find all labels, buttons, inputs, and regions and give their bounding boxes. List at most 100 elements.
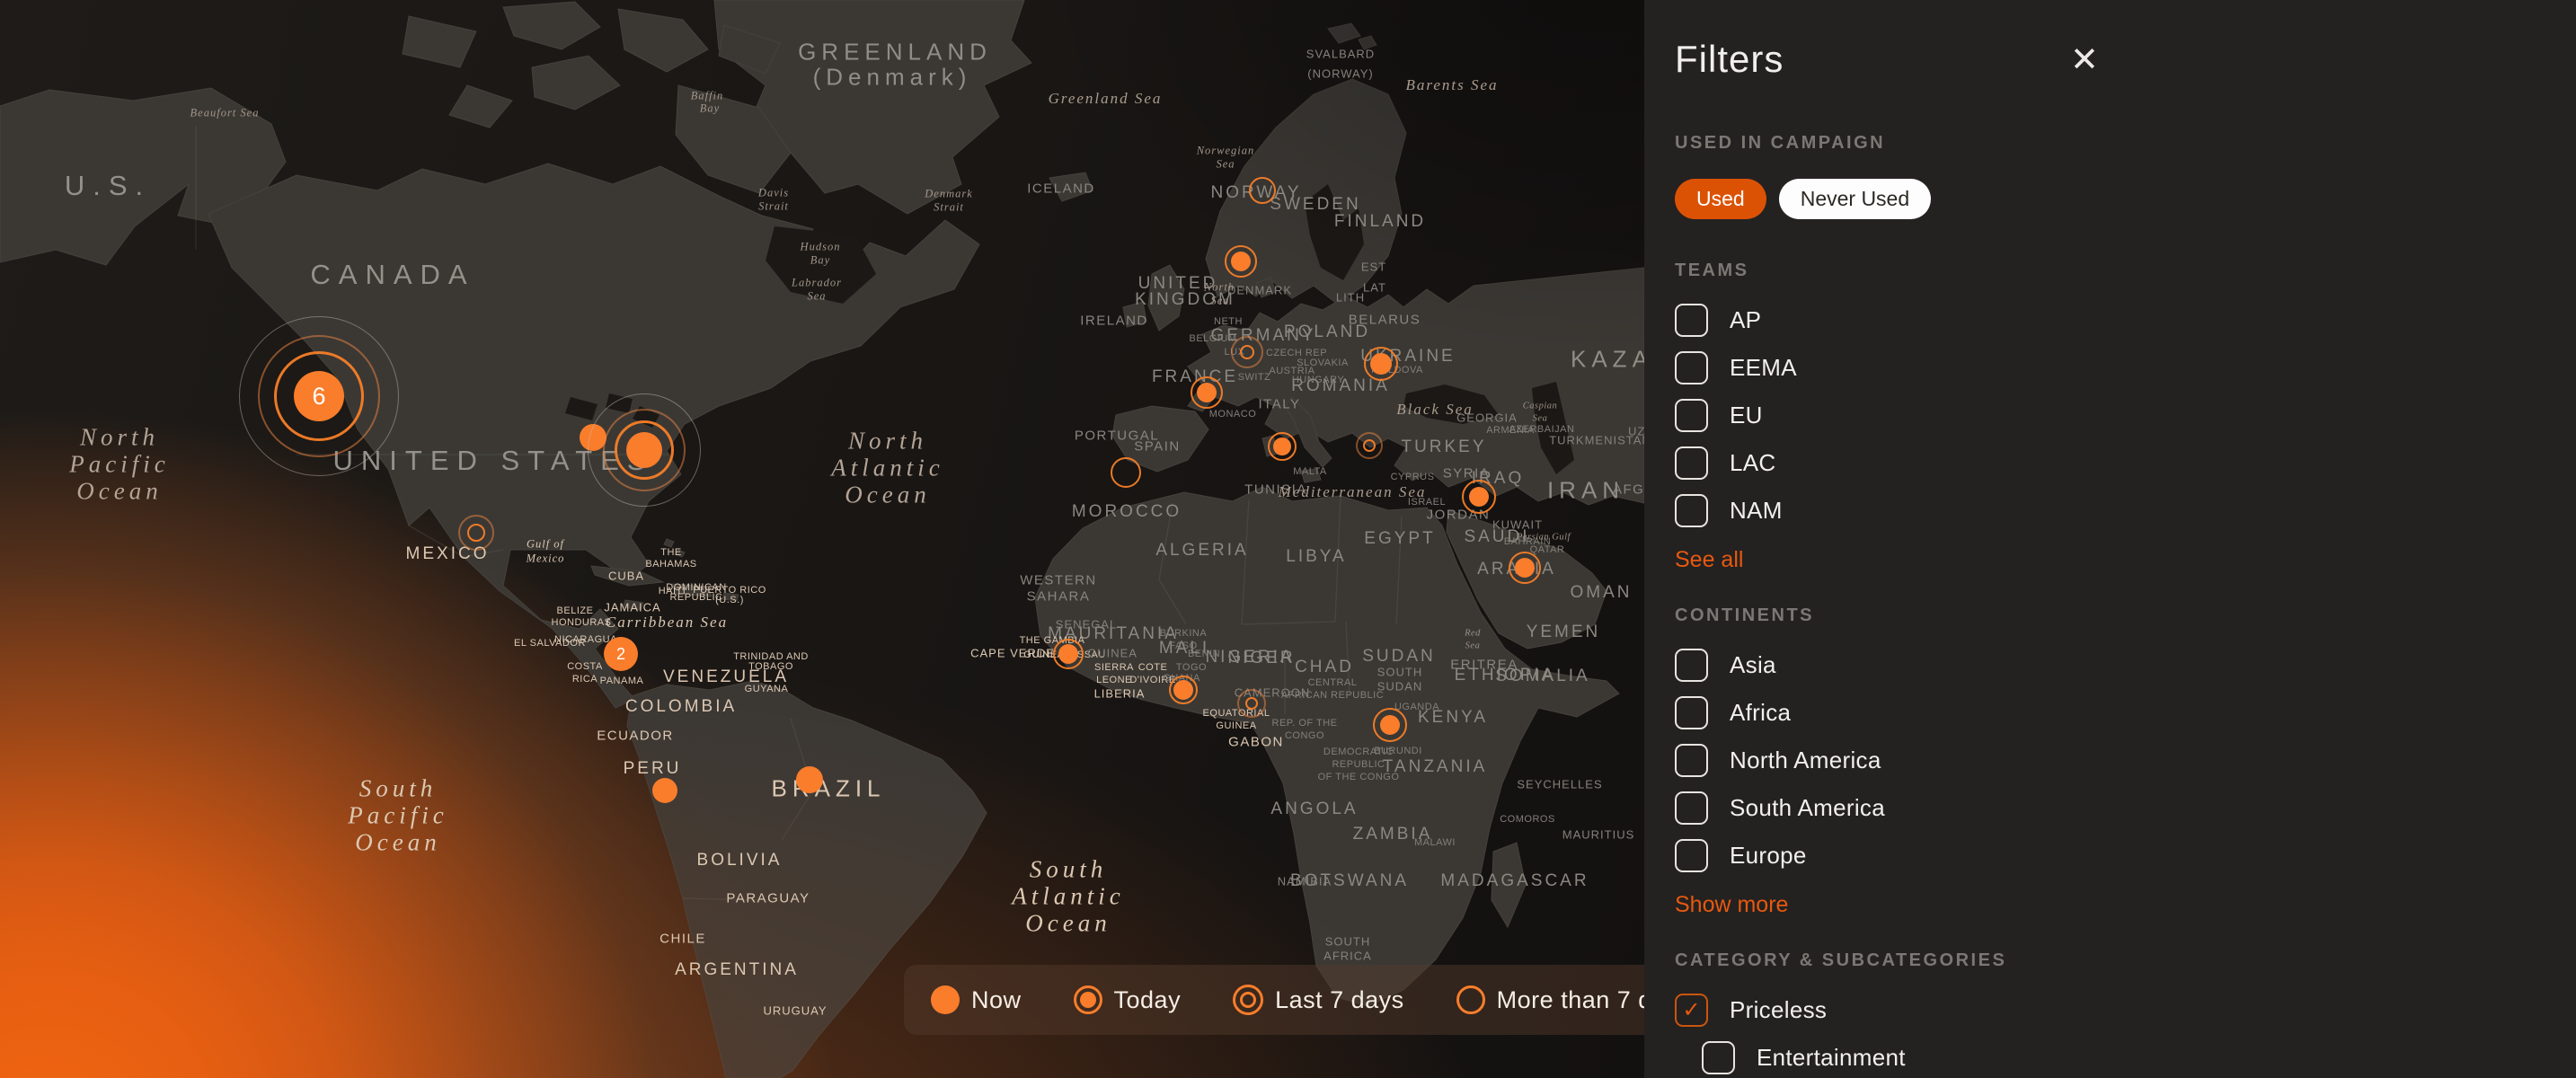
legend-item-more-than-7-days-ago: More than 7 days ago: [1456, 985, 1644, 1014]
map-label: SPAIN: [1134, 439, 1180, 455]
section-header-used-in-campaign: USED IN CAMPAIGN: [1675, 133, 2106, 154]
map-label: ERITREA: [1450, 658, 1518, 673]
map-label: Pacific: [348, 802, 447, 830]
map-label: AFGHANISTAN: [1613, 482, 1644, 498]
map-label: RICA: [572, 674, 598, 685]
map-label: ICELAND: [1027, 181, 1095, 197]
map-label: MONACO: [1209, 409, 1257, 420]
map-label: U.S.: [65, 170, 151, 202]
map-label: NETH: [1214, 316, 1243, 327]
used-in-campaign-chips: Used Never Used: [1675, 179, 2106, 219]
map-label: Hudson: [801, 241, 841, 254]
map-label: KUWAIT: [1492, 518, 1543, 532]
map-label: URUGUAY: [763, 1004, 827, 1018]
map-label: South: [359, 775, 438, 803]
world-map[interactable]: U.S.CANADAUNITED STATESGREENLAND(Denmark…: [0, 0, 1644, 1078]
marker-dot: [796, 766, 823, 793]
marker-cluster-dot: 2: [604, 637, 638, 671]
checkbox-icon[interactable]: [1675, 839, 1708, 872]
team-option-eu[interactable]: EU: [1675, 397, 2106, 433]
land-svalbard: [1328, 23, 1377, 49]
map-label: TOBAGO: [748, 661, 793, 672]
checkbox-icon[interactable]: [1675, 399, 1708, 432]
show-more-link[interactable]: Show more: [1675, 892, 1788, 918]
map-legend: Now Today Last 7 days More than 7 days ago: [904, 965, 1644, 1035]
section-header-teams: TEAMS: [1675, 261, 2106, 281]
category-option-entertainment[interactable]: Entertainment: [1702, 1039, 2106, 1075]
map-label: PARAGUAY: [726, 891, 810, 906]
map-label: THE: [660, 547, 682, 558]
map-label: Barents Sea: [1405, 76, 1498, 94]
checkbox-icon[interactable]: [1675, 304, 1708, 337]
map-label: Sea: [1465, 641, 1481, 651]
marker-cluster-dot: 6: [294, 371, 344, 421]
map-label: CONGO: [1285, 730, 1324, 741]
map-label: SEYCHELLES: [1517, 778, 1602, 791]
map-label: BRAZIL: [771, 775, 885, 803]
map-label: REP. OF THE: [1272, 718, 1338, 729]
team-option-ap[interactable]: AP: [1675, 302, 2106, 338]
map-label: BENIN: [1188, 649, 1220, 659]
map-label: ARGENTINA: [675, 960, 799, 980]
legend-ring-icon: [1456, 985, 1485, 1014]
continent-option-africa[interactable]: Africa: [1675, 694, 2106, 730]
legend-label: Today: [1114, 986, 1182, 1014]
map-label: UZBEKISTAN: [1628, 425, 1644, 438]
map-label: SOUTH: [1377, 666, 1423, 679]
map-label: CHAD: [1295, 658, 1354, 677]
checkbox-checked-icon[interactable]: ✓: [1675, 994, 1708, 1027]
panel-title: Filters: [1675, 38, 2106, 81]
teams-list: AP EEMA EU LAC NAM: [1675, 302, 2106, 528]
map-label: Mexico: [527, 552, 565, 566]
map-label: PERU: [624, 759, 682, 779]
see-all-link[interactable]: See all: [1675, 547, 1743, 573]
map-label: CHILE: [659, 932, 706, 947]
checkbox-icon[interactable]: [1675, 494, 1708, 527]
checkbox-icon[interactable]: [1675, 696, 1708, 729]
map-label: PANAMA: [600, 676, 644, 686]
checkbox-label: NAM: [1730, 497, 1783, 525]
map-label: SIERRA: [1094, 662, 1134, 673]
checkbox-icon[interactable]: [1702, 1041, 1735, 1074]
map-label: LEONE: [1096, 675, 1132, 685]
marker-dot: [1058, 644, 1078, 664]
close-icon[interactable]: ✕: [2067, 40, 2102, 81]
continents-list: Asia Africa North America South America Euro…: [1675, 647, 2106, 873]
map-label: GABON: [1228, 735, 1284, 750]
map-label: Denmark: [925, 188, 973, 201]
map-label: AFRICA: [1323, 950, 1372, 963]
checkbox-icon[interactable]: [1675, 791, 1708, 825]
team-option-lac[interactable]: LAC: [1675, 445, 2106, 481]
map-label: Pacific: [69, 451, 169, 479]
map-label: COTE: [1138, 662, 1168, 673]
map-label: (Denmark): [813, 64, 972, 92]
checkbox-icon[interactable]: [1675, 649, 1708, 682]
checkbox-icon[interactable]: [1675, 351, 1708, 384]
map-label: Persian Gulf: [1517, 533, 1571, 543]
land-arctic-1: [503, 2, 600, 49]
land-arctic-6: [449, 85, 512, 128]
continent-option-europe[interactable]: Europe: [1675, 837, 2106, 873]
map-label: Gulf of: [527, 538, 564, 552]
category-option-priceless[interactable]: ✓Priceless: [1675, 992, 2106, 1028]
map-label: BELIZE: [557, 605, 594, 616]
map-label: NAMIBIA: [1278, 875, 1332, 888]
legend-item-last-7-days: Last 7 days: [1233, 985, 1404, 1015]
checkbox-label: EU: [1730, 402, 1763, 429]
checkbox-label: AP: [1730, 306, 1761, 334]
continent-option-north-america[interactable]: North America: [1675, 742, 2106, 778]
map-label: North: [1204, 281, 1235, 295]
map-label: Bay: [700, 102, 720, 116]
legend-label: Now: [971, 986, 1022, 1014]
checkbox-icon[interactable]: [1675, 446, 1708, 480]
map-label: ALGERIA: [1155, 541, 1248, 561]
continent-option-asia[interactable]: Asia: [1675, 647, 2106, 683]
marker-dot: [1197, 383, 1217, 402]
team-option-eema[interactable]: EEMA: [1675, 349, 2106, 385]
team-option-nam[interactable]: NAM: [1675, 492, 2106, 528]
chip-never-used[interactable]: Never Used: [1779, 179, 1931, 219]
map-label: Norwegian: [1197, 145, 1255, 158]
checkbox-icon[interactable]: [1675, 744, 1708, 777]
continent-option-south-america[interactable]: South America: [1675, 790, 2106, 826]
chip-used[interactable]: Used: [1675, 179, 1766, 219]
